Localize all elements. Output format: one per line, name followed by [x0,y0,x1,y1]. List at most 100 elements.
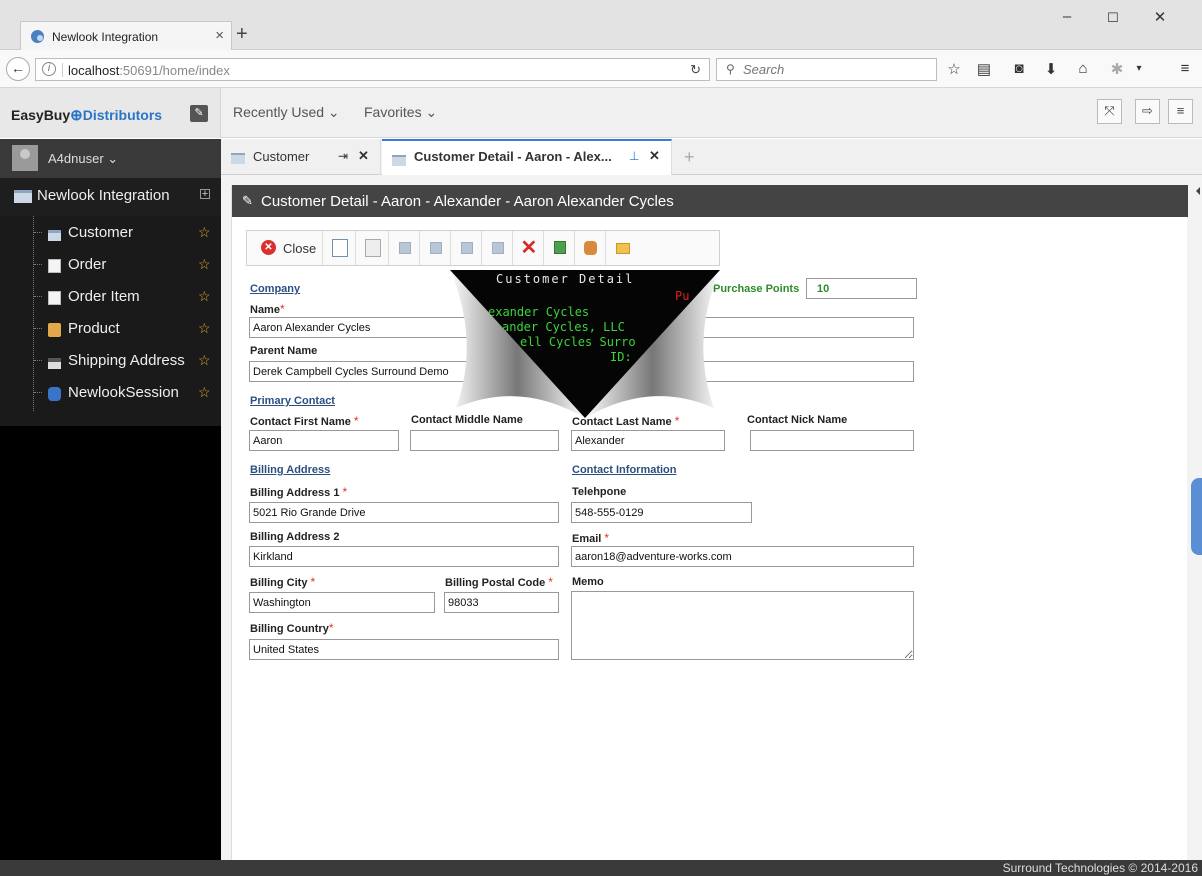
logout-icon[interactable]: ⇨ [1135,99,1160,124]
billing-country-label: Billing Country* [250,621,334,635]
recently-used-menu[interactable]: Recently Used ⌄ [233,104,340,121]
hamburger-menu-icon[interactable]: ≡ [1176,60,1194,77]
star-icon[interactable]: ☆ [198,288,211,305]
side-drawer-handle[interactable] [1191,478,1202,555]
last-name-field[interactable] [571,430,725,451]
delete-button[interactable]: ✕ [514,231,544,265]
expand-icon[interactable]: + [200,189,210,200]
user-bar[interactable]: A4dnuser ⌄ [0,139,221,178]
middle-name-field[interactable] [410,430,559,451]
info-icon[interactable]: i [42,62,56,76]
star-icon[interactable]: ☆ [198,320,211,337]
username[interactable]: A4dnuser ⌄ [48,151,118,167]
close-label: Close [283,241,317,256]
home-icon[interactable]: ⌂ [1074,60,1092,77]
bookmark-star-icon[interactable]: ☆ [945,60,963,78]
sidebar-item-label: Shipping Address [68,352,185,369]
terminal-line-3: exander Cycles [488,305,590,319]
close-icon[interactable]: ✕ [358,148,369,164]
company-section-heading: Company [250,283,301,295]
email-field[interactable] [571,546,914,567]
first-name-label: Contact First Name * [250,414,359,428]
user-button[interactable] [576,231,606,265]
billing-city-field[interactable] [249,592,435,613]
folder-icon [231,153,245,164]
memo-field[interactable] [571,591,914,660]
copy-button[interactable] [357,231,389,265]
star-icon[interactable]: ☆ [198,384,211,401]
pin-icon[interactable]: ⇥ [338,149,348,163]
favicon-icon [31,30,44,43]
download-icon[interactable]: ⬇ [1042,60,1060,78]
browser-tab-title: Newlook Integration [52,30,159,44]
billing-address1-field[interactable] [249,502,559,523]
required-marker: * [548,575,553,589]
window-close-button[interactable]: ✕ [1150,8,1170,26]
star-icon[interactable]: ☆ [198,256,211,273]
search-box[interactable]: ⚲ [716,58,937,81]
sidebar-item-shipping-address[interactable]: Shipping Address ☆ [0,345,221,377]
sidebar-item-order-item[interactable]: Order Item ☆ [0,281,221,313]
browser-titlebar: Newlook Integration × + – ☐ ✕ [0,0,1202,50]
menu-icon[interactable]: ≡ [1168,99,1193,124]
tab-customer-detail[interactable]: Customer Detail - Aaron - Alex... ⊥ ✕ [382,139,672,176]
panel-header: ✎ Customer Detail - Aaron - Alexander - … [232,185,1188,217]
tab-label: Customer Detail - Aaron - Alex... [414,149,612,164]
fullscreen-icon[interactable]: ⤧ [1097,99,1122,124]
sidebar-root-newlook-integration[interactable]: Newlook Integration + [0,178,221,216]
favorites-menu[interactable]: Favorites ⌄ [364,104,437,121]
nick-name-field[interactable] [750,430,914,451]
search-input[interactable] [743,62,928,77]
pin-icon[interactable]: ⊥ [629,149,639,163]
pocket-icon[interactable]: ◙ [1010,60,1028,77]
sidebar-item-label: NewlookSession [68,384,179,401]
sidebar-item-order[interactable]: Order ☆ [0,249,221,281]
telephone-field[interactable] [571,502,752,523]
session-icon [48,387,61,401]
close-icon[interactable]: ✕ [649,148,660,164]
open-button[interactable] [607,231,639,265]
new-tab-button[interactable]: + [236,23,248,45]
footer: Surround Technologies © 2014-2016 [0,860,1202,876]
star-icon[interactable]: ☆ [198,352,211,369]
back-button[interactable]: ← [6,57,30,81]
billing-postal-field[interactable] [444,592,559,613]
sidebar-item-customer[interactable]: Customer ☆ [0,217,221,249]
browser-tab[interactable]: Newlook Integration × [20,21,232,50]
minimize-button[interactable]: – [1057,8,1077,25]
address-bar[interactable]: i localhost:50691/home/index ↻ [35,58,710,81]
browser-navbar: ← i localhost:50691/home/index ↻ ⚲ ☆ ▤ ◙… [0,50,1202,88]
name-label: Name* [250,302,285,316]
new-button[interactable] [324,231,356,265]
logo[interactable]: EasyBuy⊕Distributors ✎ [0,88,221,138]
extension-icon[interactable]: ✱ [1108,60,1126,78]
save-close-button[interactable] [421,231,451,265]
toolbar: ✕ Close ✕ [246,230,720,266]
close-button[interactable]: ✕ Close [247,231,323,265]
collapse-arrow-icon[interactable] [1196,187,1200,195]
save-copy-button[interactable] [483,231,513,265]
billing-country-field[interactable] [249,639,559,660]
add-tab-button[interactable]: + [684,147,695,168]
first-name-field[interactable] [249,430,399,451]
reading-list-icon[interactable]: ▤ [975,60,993,78]
close-tab-icon[interactable]: × [215,27,224,44]
sidebar-item-label: Order [68,256,107,273]
refresh-button[interactable] [545,231,575,265]
billing-address2-field[interactable] [249,546,559,567]
tab-strip: Customer ⇥ ✕ Customer Detail - Aaron - A… [221,139,1202,176]
name-label-text: Name [250,304,280,316]
close-icon: ✕ [261,240,276,255]
sidebar-item-product[interactable]: Product ☆ [0,313,221,345]
star-icon[interactable]: ☆ [198,224,211,241]
new-document-icon [331,239,348,257]
address-icon [48,358,61,369]
save-new-button[interactable] [452,231,482,265]
tab-customer[interactable]: Customer ⇥ ✕ [221,139,381,175]
dropdown-icon[interactable]: ▾ [1130,63,1148,74]
save-button[interactable] [390,231,420,265]
sidebar-item-newlook-session[interactable]: NewlookSession ☆ [0,377,221,409]
maximize-button[interactable]: ☐ [1103,10,1123,26]
reload-icon[interactable]: ↻ [690,62,701,78]
edit-icon[interactable]: ✎ [190,105,208,122]
